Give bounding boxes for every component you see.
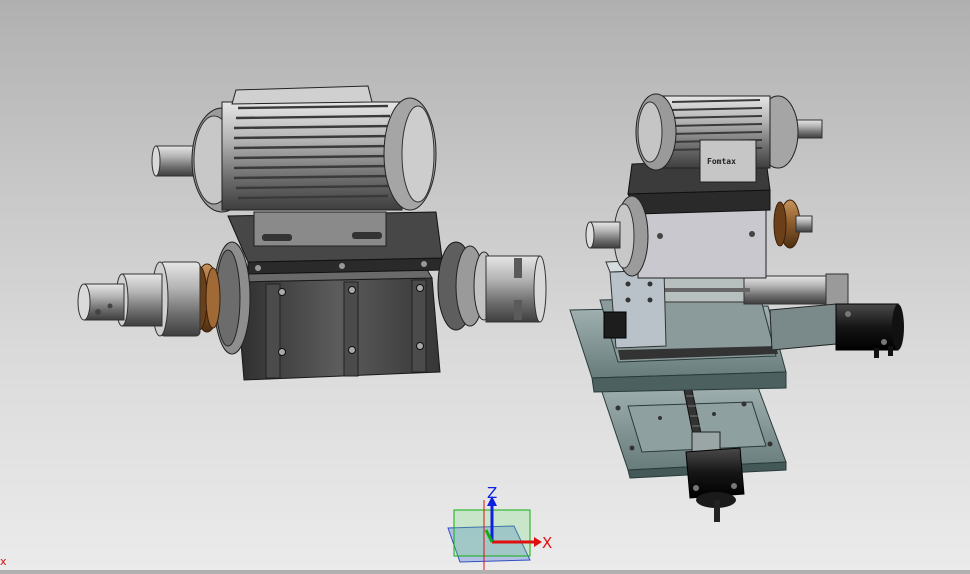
- servo-motor-x[interactable]: [769, 303, 904, 358]
- x-axis-label: X: [542, 534, 552, 552]
- carriage-plate[interactable]: [569, 295, 787, 393]
- slide-assembly-right[interactable]: Fomtax: [569, 93, 904, 522]
- drive-motor-right[interactable]: Fomtax: [627, 93, 823, 195]
- spindle-unit-right[interactable]: [585, 189, 813, 279]
- coordinate-triad[interactable]: Z X: [447, 484, 552, 570]
- origin-marker: x: [0, 555, 7, 568]
- cad-3d-viewport[interactable]: Fomtax Z X: [0, 0, 970, 570]
- z-axis-label: Z: [487, 484, 497, 502]
- spindle-assembly-left[interactable]: [77, 85, 547, 381]
- spindle-nose[interactable]: [77, 261, 201, 337]
- spindle-housing[interactable]: [234, 265, 441, 381]
- motor-badge-label: Fomtax: [707, 157, 736, 166]
- rear-clamp-nut[interactable]: [485, 255, 547, 323]
